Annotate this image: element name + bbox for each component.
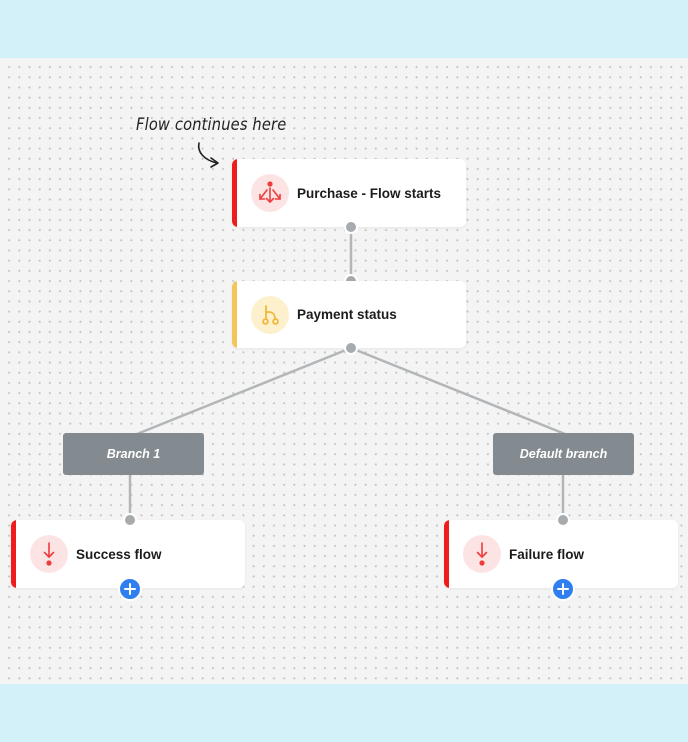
- connectors: [128, 142, 566, 520]
- branch-label: Branch 1: [106, 447, 161, 461]
- connector-payment-branch1: [136, 346, 352, 436]
- annotation-text: Flow continues here: [136, 115, 287, 135]
- branch-1[interactable]: Branch 1: [63, 433, 204, 475]
- port-success-in[interactable]: [123, 513, 137, 527]
- split-arrows-icon: [259, 181, 281, 203]
- node-label: Success flow: [76, 546, 162, 562]
- branch-label: Default branch: [519, 447, 608, 461]
- node-accent-bar: [232, 281, 237, 348]
- node-icon-wrap: [463, 535, 501, 573]
- node-label: Payment status: [297, 307, 397, 322]
- port-failure-in[interactable]: [556, 513, 570, 527]
- node-label: Failure flow: [509, 546, 585, 562]
- add-step-button-success[interactable]: [118, 577, 142, 601]
- node-payment[interactable]: Payment status: [232, 281, 466, 348]
- node-purchase[interactable]: Purchase - Flow starts: [232, 159, 466, 227]
- plus-icon: [557, 583, 569, 595]
- arrow-down-dot-icon: [476, 542, 488, 566]
- branch-icon: [262, 304, 279, 325]
- arrow-down-dot-icon: [43, 542, 55, 566]
- node-label: Purchase - Flow starts: [297, 185, 442, 201]
- node-icon-wrap: [30, 535, 68, 573]
- port-payment-out[interactable]: [344, 341, 358, 355]
- branch-default[interactable]: Default branch: [493, 433, 634, 475]
- node-accent-bar: [11, 520, 16, 588]
- plus-icon: [124, 583, 136, 595]
- node-icon-wrap: [251, 174, 289, 212]
- node-icon-wrap: [251, 295, 289, 334]
- port-purchase-out[interactable]: [344, 220, 358, 234]
- connector-payment-default: [350, 346, 566, 436]
- node-accent-bar: [444, 520, 449, 588]
- node-accent-bar: [232, 159, 237, 227]
- add-step-button-failure[interactable]: [551, 577, 575, 601]
